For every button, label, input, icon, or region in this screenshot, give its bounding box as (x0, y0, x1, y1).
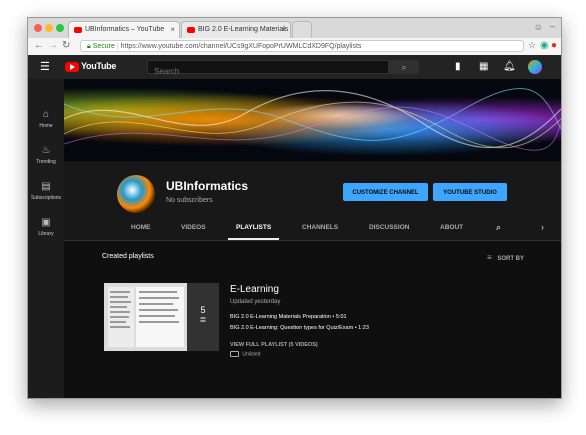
channel-search-icon[interactable]: ⌕ (496, 222, 501, 233)
forward-icon[interactable]: → (48, 40, 58, 51)
browser-tab-bar: UBInformatics – YouTube × BIG 2.0 E-Lear… (28, 18, 561, 38)
sidebar-item-label: Home (39, 123, 53, 129)
tab-discussion[interactable]: DISCUSSION (369, 224, 409, 231)
sidebar-item-subscriptions[interactable]: ▤ Subscriptions (28, 181, 64, 201)
search-box (147, 60, 390, 78)
tab-playlists[interactable]: PLAYLISTS (227, 224, 280, 240)
sidebar-item-library[interactable]: ▣ Library (28, 217, 64, 237)
close-tab-icon[interactable]: × (281, 25, 286, 34)
bookmark-star-icon[interactable]: ☆ (528, 40, 536, 51)
secure-label: Secure (92, 43, 115, 50)
playlist-thumbnail[interactable]: 5 ≣ (104, 283, 219, 351)
close-window-button[interactable] (34, 24, 42, 32)
search-input[interactable] (148, 65, 390, 78)
playlists-content: Created playlists ≡ SORT BY 5 ≣ E-Learni… (64, 241, 561, 398)
apps-grid-icon[interactable]: ▦ (479, 61, 488, 72)
youtube-favicon-icon (187, 27, 195, 33)
browser-tab-title: UBInformatics – YouTube (85, 26, 165, 33)
tab-channels[interactable]: CHANNELS (302, 224, 338, 231)
extension-icon[interactable]: ◉ (540, 40, 549, 51)
lock-icon: 🔒︎ (87, 43, 91, 50)
minimize-window-button[interactable] (45, 24, 53, 32)
youtube-favicon-icon (74, 27, 82, 33)
menu-hamburger-icon[interactable]: ☰ (40, 60, 50, 73)
browser-tab-2[interactable]: BIG 2.0 E-Learning Materials × (181, 21, 291, 38)
new-tab-button[interactable] (292, 21, 312, 38)
library-icon: ▣ (41, 217, 51, 228)
back-icon[interactable]: ← (34, 40, 44, 51)
playlist-title[interactable]: E-Learning (230, 284, 279, 295)
create-video-icon[interactable]: ▮ (455, 61, 461, 72)
sidebar-item-label: Subscriptions (30, 195, 61, 201)
account-avatar[interactable] (528, 60, 542, 74)
browser-tab-1[interactable]: UBInformatics – YouTube × (68, 21, 180, 38)
visibility-label: Unlisted (242, 351, 261, 358)
sort-icon: ≡ (486, 253, 492, 262)
tab-about[interactable]: ABOUT (440, 224, 463, 231)
channel-avatar[interactable] (117, 175, 155, 213)
sort-label: SORT BY (497, 256, 524, 262)
url-text: https://www.youtube.com/channel/UCs9gXUF… (120, 43, 362, 50)
search-button[interactable]: ⌕ (389, 60, 419, 74)
subscriber-count: No subscribers (166, 197, 213, 204)
profile-icon[interactable]: ☺ (534, 22, 543, 32)
chevron-right-icon[interactable]: › (541, 222, 544, 232)
guide-sidebar: ⌂ Home ♨ Trending ▤ Subscriptions ▣ Libr… (28, 79, 64, 398)
youtube-logo-icon[interactable] (65, 62, 79, 72)
search-icon: ⌕ (401, 62, 407, 72)
channel-name: UBInformatics (166, 179, 249, 193)
maximize-window-button[interactable] (56, 24, 64, 32)
url-field[interactable]: 🔒︎ Secure | https://www.youtube.com/chan… (80, 40, 524, 52)
subscriptions-icon: ▤ (41, 181, 51, 192)
section-title: Created playlists (102, 253, 154, 260)
tab-videos[interactable]: VIDEOS (181, 224, 206, 231)
playlist-count-overlay: 5 ≣ (187, 283, 219, 351)
address-bar-row: ← → ↻ 🔒︎ Secure | https://www.youtube.co… (28, 38, 561, 56)
visibility-badge: Unlisted (230, 351, 260, 357)
channel-tabs: HOME VIDEOS PLAYLISTS CHANNELS DISCUSSIO… (64, 222, 561, 240)
playlist-icon: ≣ (199, 315, 207, 324)
youtube-logo-text[interactable]: YouTube (81, 61, 116, 71)
opera-extension-icon[interactable]: ● (551, 40, 557, 51)
sidebar-item-trending[interactable]: ♨ Trending (28, 145, 64, 165)
minimize-icon[interactable]: – (550, 21, 555, 31)
browser-tab-title: BIG 2.0 E-Learning Materials (198, 26, 289, 33)
sidebar-item-label: Library (38, 231, 54, 237)
youtube-header: ☰ YouTube ⌕ ▮ ▦ 🔔︎ (28, 55, 561, 79)
sidebar-item-label: Trending (36, 159, 56, 165)
youtube-studio-button[interactable]: YOUTUBE STUDIO (433, 183, 507, 201)
playlist-video-item[interactable]: BIG 2.0 E-Learning Materials Preparation… (230, 314, 347, 320)
channel-banner-image (64, 79, 561, 161)
browser-window: UBInformatics – YouTube × BIG 2.0 E-Lear… (27, 17, 562, 399)
flame-icon: ♨ (41, 145, 51, 156)
video-count: 5 (200, 305, 206, 315)
banner-light-waves (64, 88, 561, 151)
sort-by-button[interactable]: ≡ SORT BY (487, 253, 524, 262)
playlist-updated: Updated yesterday (230, 299, 281, 305)
notifications-bell-icon[interactable]: 🔔︎ (503, 61, 516, 72)
customize-channel-button[interactable]: CUSTOMIZE CHANNEL (343, 183, 428, 201)
home-icon: ⌂ (42, 109, 50, 120)
view-full-playlist-link[interactable]: VIEW FULL PLAYLIST (5 VIDEOS) (230, 342, 318, 348)
reload-icon[interactable]: ↻ (62, 40, 70, 51)
playlist-video-item[interactable]: BIG 2.0 E-Learning: Question types for Q… (230, 325, 369, 331)
sidebar-item-home[interactable]: ⌂ Home (28, 109, 64, 129)
unlisted-icon (230, 351, 239, 357)
tab-home[interactable]: HOME (131, 224, 151, 231)
close-tab-icon[interactable]: × (170, 25, 175, 34)
